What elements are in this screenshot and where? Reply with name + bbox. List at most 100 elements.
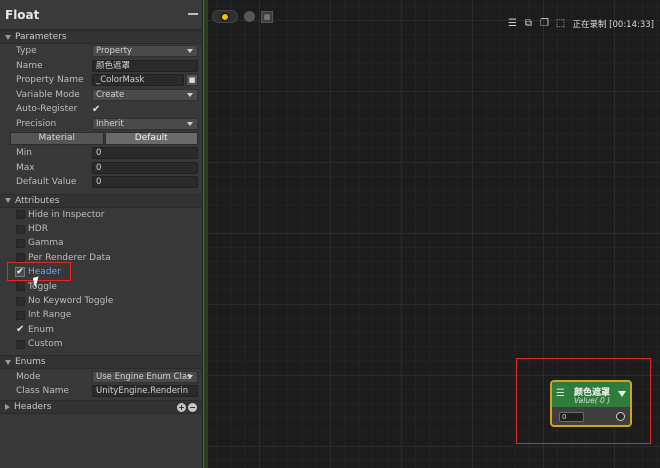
lock-icon[interactable]: ■ <box>186 74 198 87</box>
parameters-header[interactable]: Parameters <box>0 30 202 44</box>
prop-row-min: Min 0 <box>0 146 202 161</box>
attr-toggle[interactable]: Toggle <box>0 279 202 293</box>
inspector-title-bar: Float <box>0 0 202 30</box>
attr-enum[interactable]: ✔ Enum <box>0 323 202 337</box>
float-node[interactable]: ☰ 颜色遮罩 Value( 0 ) 0 <box>550 380 632 427</box>
default-button[interactable]: Default <box>104 132 198 145</box>
live-dot-icon <box>221 13 229 21</box>
property-name-label: Property Name <box>16 75 84 86</box>
property-name-field[interactable]: _ColorMask <box>92 74 184 87</box>
max-label: Max <box>16 162 35 173</box>
type-label: Type <box>16 46 37 57</box>
window-icon[interactable]: ⧉ <box>522 18 534 30</box>
headers-header[interactable]: Headers + − <box>0 400 202 415</box>
foldout-open-icon <box>5 34 11 40</box>
precision-dropdown[interactable]: Inherit <box>92 117 198 130</box>
prop-row-mode: Mode Use Engine Enum Clas <box>0 369 202 384</box>
min-label: Min <box>16 148 32 159</box>
prop-row-max: Max 0 <box>0 161 202 176</box>
checkbox[interactable] <box>16 238 25 248</box>
mode-dropdown[interactable]: Use Engine Enum Clas <box>92 370 198 383</box>
variable-mode-label: Variable Mode <box>16 89 80 100</box>
checkbox[interactable] <box>16 253 25 263</box>
foldout-open-icon <box>5 359 11 365</box>
prop-row-name: Name 颜色遮罩 <box>0 59 202 74</box>
attr-label: No Keyword Toggle <box>28 296 114 307</box>
graph-toolbar-right: ☰ ⧉ ❐ ⬚ 正在录制 [00:14:33] <box>506 18 654 30</box>
attr-hdr[interactable]: HDR <box>0 222 202 236</box>
variable-mode-dropdown[interactable]: Create <box>92 88 198 101</box>
minimize-icon[interactable] <box>188 13 198 15</box>
prop-row-class-name: Class Name UnityEngine.Renderin <box>0 384 202 399</box>
graph-canvas[interactable]: ▦ ☰ ⧉ ❐ ⬚ 正在录制 [00:14:33] ☰ 颜色遮罩 Value( … <box>208 0 660 468</box>
inspector-panel: Float Parameters Type Property Name 颜色遮罩… <box>0 0 203 468</box>
live-toggle[interactable] <box>212 10 238 23</box>
attr-custom[interactable]: Custom <box>0 337 202 351</box>
dropdown-arrow-icon[interactable] <box>618 391 626 397</box>
mode-label: Mode <box>16 371 41 382</box>
default-value-label: Default Value <box>16 177 77 188</box>
class-name-field[interactable]: UnityEngine.Renderin <box>92 385 198 398</box>
hamburger-icon[interactable]: ☰ <box>556 389 565 399</box>
checkbox[interactable] <box>16 282 25 292</box>
attr-label: Custom <box>28 339 63 350</box>
attr-label: Enum <box>28 324 54 335</box>
attr-label: Int Range <box>28 310 72 321</box>
attr-label: HDR <box>28 224 48 235</box>
material-default-toggle: Material Default <box>0 131 202 146</box>
checkbox[interactable] <box>16 210 25 220</box>
foldout-closed-icon <box>5 404 10 411</box>
checkbox[interactable] <box>16 296 25 306</box>
menu-icon[interactable]: ☰ <box>506 18 518 30</box>
prop-row-auto-register: Auto-Register ✔ <box>0 102 202 117</box>
checkbox[interactable] <box>16 339 25 349</box>
prop-row-precision: Precision Inherit <box>0 117 202 132</box>
copy-icon[interactable]: ❐ <box>538 18 550 30</box>
add-icon[interactable]: + <box>177 403 186 413</box>
enums-header[interactable]: Enums <box>0 355 202 370</box>
attr-label: Hide in Inspector <box>28 209 105 220</box>
attr-no-keyword-toggle[interactable]: No Keyword Toggle <box>0 294 202 308</box>
max-field[interactable]: 0 <box>92 161 198 174</box>
attr-int-range[interactable]: Int Range <box>0 308 202 322</box>
inspector-title: Float <box>5 8 40 22</box>
enums-header-label: Enums <box>15 357 46 368</box>
checkmark-icon[interactable]: ✔ <box>16 325 24 335</box>
node-subtitle: Value( 0 ) <box>574 396 611 405</box>
remove-icon[interactable]: − <box>188 403 197 413</box>
node-value-field[interactable]: 0 <box>559 412 584 422</box>
grid-icon[interactable]: ▦ <box>261 10 273 23</box>
graph-toolbar-left: ▦ <box>212 10 273 23</box>
min-field[interactable]: 0 <box>92 147 198 160</box>
headers-buttons: + − <box>177 403 197 413</box>
foldout-open-icon <box>5 198 11 203</box>
attr-hide-in-inspector[interactable]: Hide in Inspector <box>0 208 202 222</box>
expand-icon[interactable]: ⬚ <box>554 18 566 30</box>
prop-row-type: Type Property <box>0 44 202 59</box>
output-port-icon[interactable] <box>616 412 625 421</box>
prop-row-property-name: Property Name _ColorMask ■ <box>0 73 202 88</box>
attributes-header[interactable]: Attributes <box>0 193 202 208</box>
prop-row-variable-mode: Variable Mode Create <box>0 88 202 103</box>
attr-gamma[interactable]: Gamma <box>0 236 202 250</box>
name-label: Name <box>16 60 43 71</box>
headers-header-label: Headers <box>14 402 52 413</box>
prop-row-default-value: Default Value 0 <box>0 175 202 190</box>
checkbox[interactable] <box>16 224 25 234</box>
attr-label: Gamma <box>28 238 64 249</box>
attributes-header-label: Attributes <box>15 195 60 206</box>
parameters-header-label: Parameters <box>15 32 67 42</box>
node-header[interactable]: ☰ 颜色遮罩 Value( 0 ) <box>552 382 630 407</box>
name-field[interactable]: 颜色遮罩 <box>92 59 198 72</box>
material-button[interactable]: Material <box>10 132 104 145</box>
default-value-field[interactable]: 0 <box>92 176 198 189</box>
record-icon[interactable] <box>244 11 255 22</box>
precision-label: Precision <box>16 118 57 129</box>
attr-label: Toggle <box>28 281 57 292</box>
auto-register-label: Auto-Register <box>16 104 78 115</box>
recording-status: 正在录制 [00:14:33] <box>572 20 654 30</box>
type-dropdown[interactable]: Property <box>92 45 198 58</box>
class-name-label: Class Name <box>16 386 70 397</box>
auto-register-checkbox[interactable]: ✔ <box>92 104 100 115</box>
checkbox[interactable] <box>16 310 25 320</box>
